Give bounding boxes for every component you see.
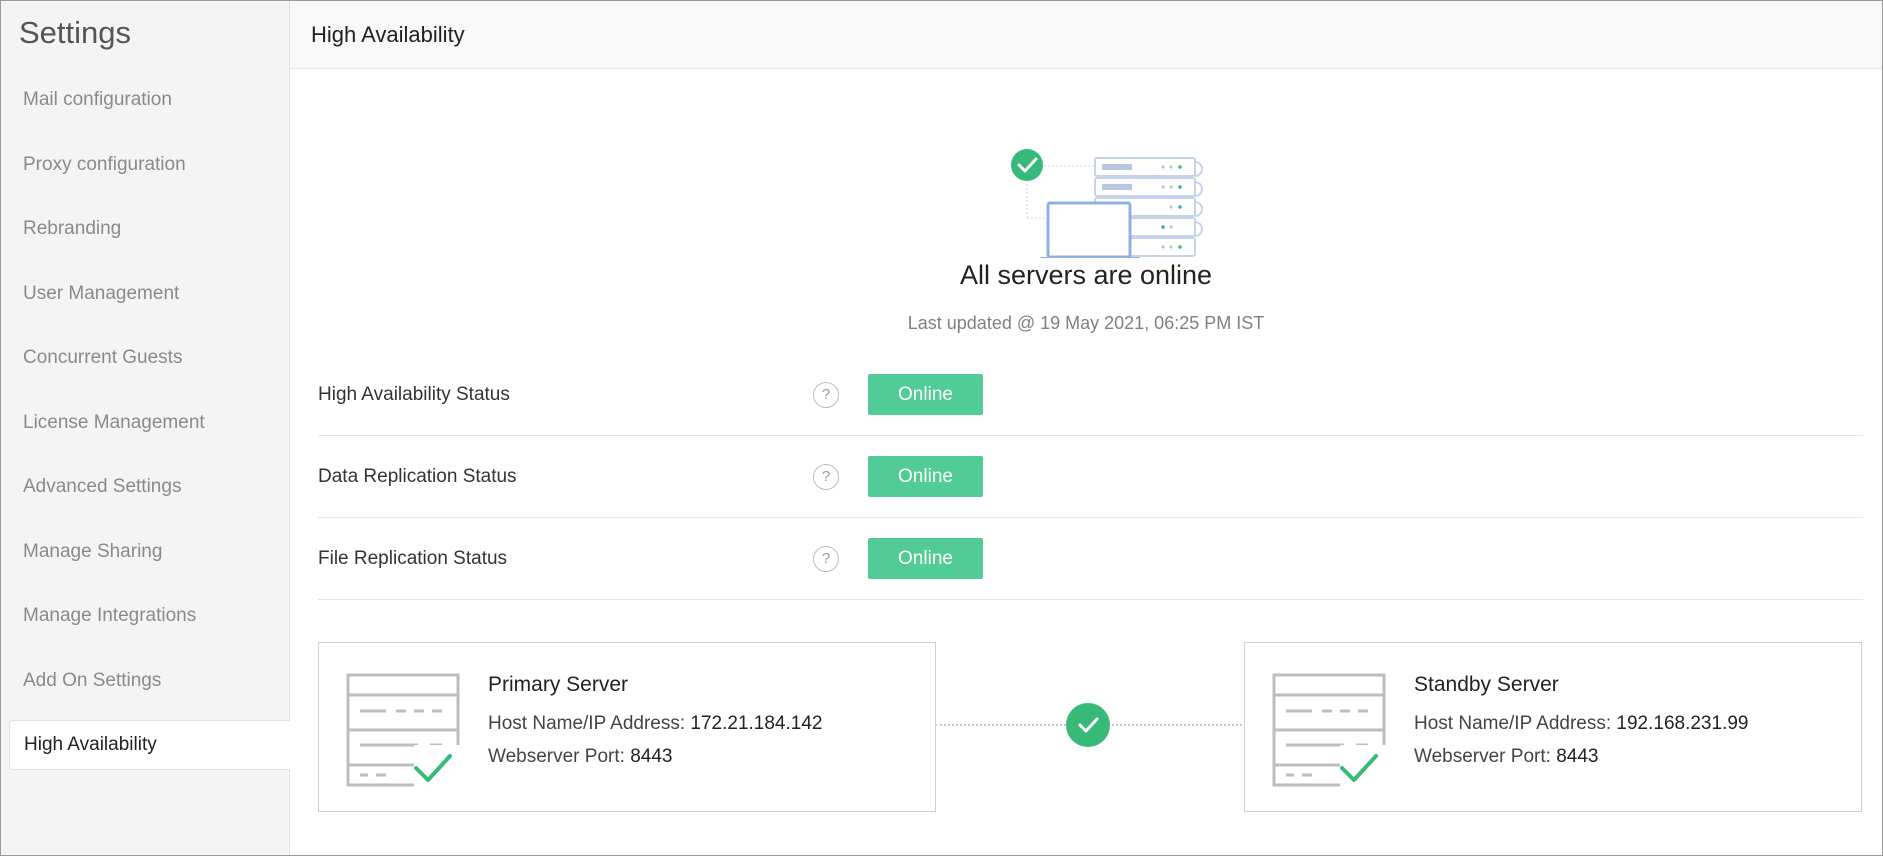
host-value: 192.168.231.99 bbox=[1616, 713, 1749, 734]
servers-online-illustration bbox=[1011, 149, 1203, 258]
sidebar-item-add-on-settings[interactable]: Add On Settings bbox=[1, 649, 290, 714]
port-info: Webserver Port: 8443 bbox=[488, 746, 672, 768]
host-label: Host Name/IP Address: bbox=[488, 713, 686, 734]
port-label: Webserver Port: bbox=[1414, 746, 1551, 767]
server-name: Standby Server bbox=[1414, 673, 1559, 696]
server-name: Primary Server bbox=[488, 673, 629, 696]
port-value: 8443 bbox=[630, 746, 673, 767]
sidebar-item-high-availability[interactable]: High Availability bbox=[9, 720, 290, 770]
port-info: Webserver Port: 8443 bbox=[1414, 746, 1598, 768]
sidebar-item-proxy-configuration[interactable]: Proxy configuration bbox=[1, 133, 290, 198]
standby-server-card: Standby Server Host Name/IP Address: 192… bbox=[1244, 642, 1862, 812]
status-label: Data Replication Status bbox=[318, 465, 517, 487]
data-replication-status-row: Data Replication Status ? Online bbox=[318, 436, 1863, 518]
sidebar-item-advanced-settings[interactable]: Advanced Settings bbox=[1, 455, 290, 520]
settings-sidebar: Settings Mail configuration Proxy config… bbox=[1, 1, 290, 855]
sidebar-item-license-management[interactable]: License Management bbox=[1, 391, 290, 456]
sidebar-title: Settings bbox=[19, 15, 132, 50]
sidebar-item-manage-integrations[interactable]: Manage Integrations bbox=[1, 584, 290, 649]
page-header: High Availability bbox=[290, 1, 1882, 69]
last-updated-text: Last updated @ 19 May 2021, 06:25 PM IST bbox=[907, 313, 1265, 333]
status-label: High Availability Status bbox=[318, 383, 510, 405]
server-check-icon bbox=[1272, 673, 1387, 788]
file-replication-status-row: File Replication Status ? Online bbox=[318, 518, 1863, 600]
status-badge: Online bbox=[868, 538, 983, 579]
host-info: Host Name/IP Address: 192.168.231.99 bbox=[1414, 713, 1748, 735]
port-value: 8443 bbox=[1556, 746, 1599, 767]
host-value: 172.21.184.142 bbox=[690, 713, 823, 734]
servers-online-heading: All servers are online bbox=[959, 260, 1213, 290]
port-label: Webserver Port: bbox=[488, 746, 625, 767]
sidebar-item-rebranding[interactable]: Rebranding bbox=[1, 197, 290, 262]
help-icon[interactable]: ? bbox=[813, 463, 839, 490]
status-label: File Replication Status bbox=[318, 547, 508, 569]
main-content: All servers are online Last updated @ 19… bbox=[290, 70, 1882, 855]
help-icon[interactable]: ? bbox=[813, 381, 839, 408]
page-title: High Availability bbox=[311, 22, 465, 47]
check-circle-icon bbox=[1066, 703, 1110, 747]
sidebar-item-mail-configuration[interactable]: Mail configuration bbox=[1, 68, 290, 133]
sidebar-item-user-management[interactable]: User Management bbox=[1, 262, 290, 327]
status-badge: Online bbox=[868, 456, 983, 497]
settings-nav: Mail configuration Proxy configuration R… bbox=[1, 68, 290, 777]
sidebar-item-manage-sharing[interactable]: Manage Sharing bbox=[1, 520, 290, 585]
server-check-icon bbox=[346, 673, 461, 788]
help-icon[interactable]: ? bbox=[813, 545, 839, 572]
sidebar-item-concurrent-guests[interactable]: Concurrent Guests bbox=[1, 326, 290, 391]
primary-server-card: Primary Server Host Name/IP Address: 172… bbox=[318, 642, 936, 812]
host-info: Host Name/IP Address: 172.21.184.142 bbox=[488, 713, 822, 735]
ha-status-row: High Availability Status ? Online bbox=[318, 354, 1863, 436]
status-badge: Online bbox=[868, 374, 983, 415]
host-label: Host Name/IP Address: bbox=[1414, 713, 1612, 734]
